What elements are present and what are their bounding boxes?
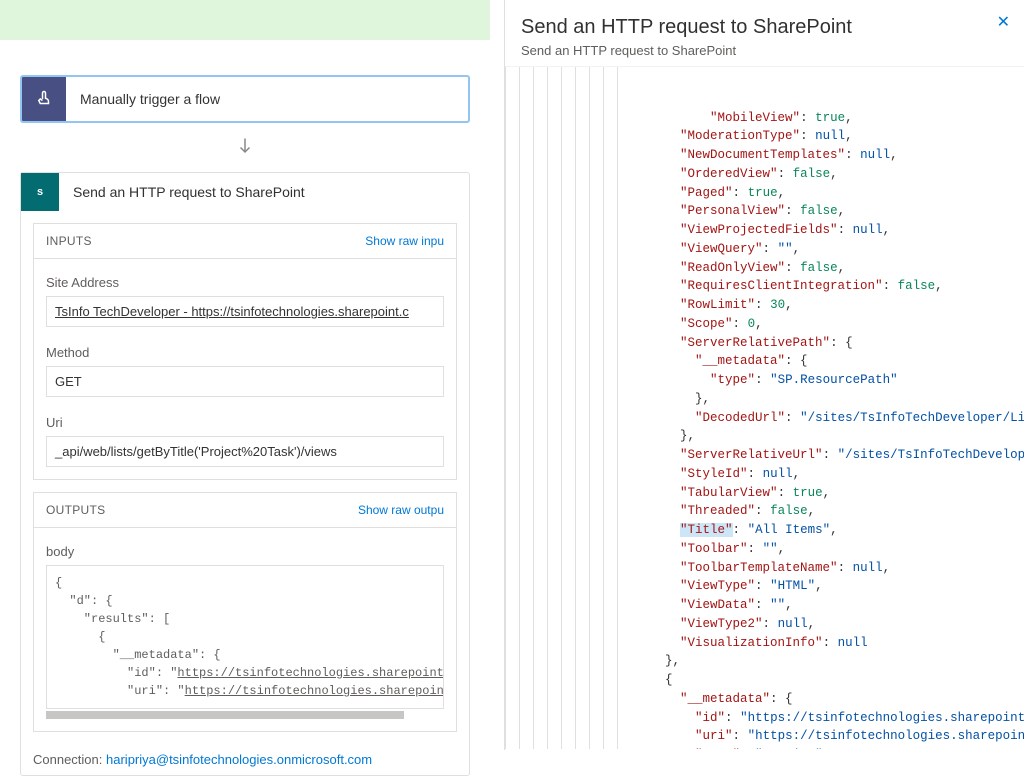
action-card[interactable]: s Send an HTTP request to SharePoint INP… [20,172,470,776]
show-raw-outputs-link[interactable]: Show raw outpu [358,503,444,517]
method-label: Method [46,345,444,360]
site-address-label: Site Address [46,275,444,290]
flow-canvas: Manually trigger a flow s Send an HTTP r… [0,40,490,750]
json-output-panel[interactable]: "MobileView": true, "ModerationType": nu… [505,67,1024,749]
trigger-title: Manually trigger a flow [66,91,220,107]
outputs-section: OUTPUTS Show raw outpu body { "d": { "re… [33,492,457,732]
close-icon[interactable]: ✕ [997,12,1010,32]
connection-info: Connection: haripriya@tsinfotechnologies… [21,744,469,775]
site-address-value[interactable]: TsInfo TechDeveloper - https://tsinfotec… [46,296,444,327]
body-json-preview[interactable]: { "d": { "results": [ { "__metadata": { … [46,565,444,709]
body-label: body [46,544,444,559]
horizontal-scrollbar[interactable] [46,711,404,719]
trigger-card[interactable]: Manually trigger a flow [20,75,470,123]
body-link-id[interactable]: https://tsinfotechnologies.sharepoint.co… [177,666,444,680]
arrow-down-icon [8,135,482,160]
action-title: Send an HTTP request to SharePoint [59,184,305,200]
details-subtitle: Send an HTTP request to SharePoint [521,43,1004,58]
inputs-section: INPUTS Show raw inpu Site Address TsInfo… [33,223,457,480]
method-value: GET [46,366,444,397]
connection-value[interactable]: haripriya@tsinfotechnologies.onmicrosoft… [106,752,372,767]
details-title: Send an HTTP request to SharePoint [521,16,1004,39]
show-raw-inputs-link[interactable]: Show raw inpu [365,234,444,248]
inputs-label: INPUTS [46,234,92,248]
uri-value: _api/web/lists/getByTitle('Project%20Tas… [46,436,444,467]
outputs-label: OUTPUTS [46,503,105,517]
touch-icon [22,75,66,123]
body-link-uri[interactable]: https://tsinfotechnologies.sharepoint.co… [185,684,444,698]
details-header: Send an HTTP request to SharePoint Send … [505,0,1024,67]
uri-label: Uri [46,415,444,430]
success-bar [0,0,490,40]
sharepoint-icon: s [21,173,59,211]
details-panel: Send an HTTP request to SharePoint Send … [504,0,1024,750]
